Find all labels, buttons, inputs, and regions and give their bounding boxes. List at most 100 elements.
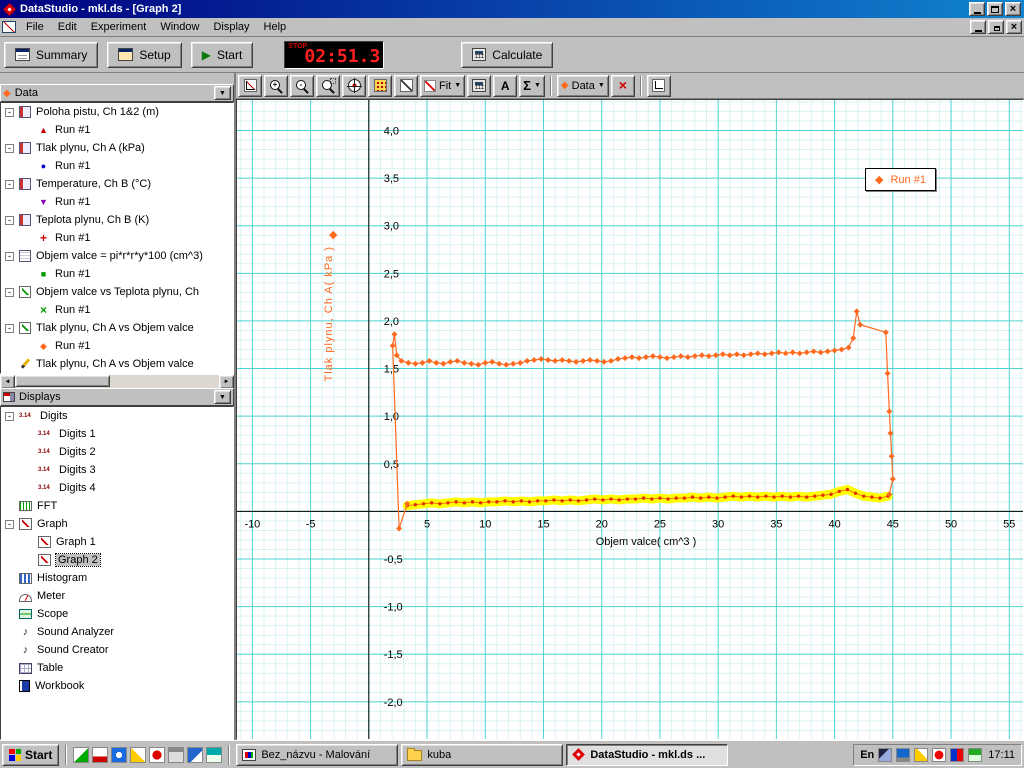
data-tree-item[interactable]: Tlak plynu, Ch A vs Objem valce — [1, 319, 233, 337]
calculate-button[interactable]: Calculate — [461, 42, 553, 68]
data-tree-item[interactable]: Objem valce = pi*r*r*y*100 (cm^3) — [1, 247, 233, 265]
run-item[interactable]: ▼ Run #1 — [1, 193, 233, 211]
graph-settings-button[interactable] — [647, 75, 671, 97]
display-tree-item[interactable]: Workbook — [1, 677, 233, 695]
display-tree-item[interactable]: Histogram — [1, 569, 233, 587]
display-tree-item[interactable]: ♪ Sound Creator — [1, 641, 233, 659]
zoom-out-button[interactable]: - — [290, 75, 314, 97]
display-tree-item[interactable]: ♪ Sound Analyzer — [1, 623, 233, 641]
data-tree-item[interactable]: Tlak plynu, Ch A (kPa) — [1, 139, 233, 157]
minimize-button[interactable] — [969, 2, 985, 16]
quick-launch-icon-4[interactable] — [130, 747, 146, 763]
display-tree-item[interactable]: 3.14 Digits 3 — [1, 461, 233, 479]
data-tree-item[interactable]: Teplota plynu, Ch B (K) — [1, 211, 233, 229]
zoom-select-button[interactable] — [316, 75, 340, 97]
mdi-close-button[interactable]: × — [1006, 20, 1022, 34]
summary-button[interactable]: Summary — [4, 42, 98, 68]
legend[interactable]: ◆ Run #1 — [865, 168, 936, 191]
run-item[interactable]: ◆ Run #1 — [1, 337, 233, 355]
horizontal-scrollbar[interactable]: ◄ ► — [0, 374, 234, 388]
data-tree-item[interactable]: Objem valce vs Teplota plynu, Ch — [1, 283, 233, 301]
data-tree-item[interactable]: Temperature, Ch B (°C) — [1, 175, 233, 193]
display-tree-item[interactable]: Graph — [1, 515, 233, 533]
slope-tool-button[interactable] — [394, 75, 418, 97]
menu-file[interactable]: File — [19, 19, 51, 35]
x-axis-label[interactable]: Objem valce( cm^3 ) — [546, 536, 746, 548]
menu-help[interactable]: Help — [257, 19, 294, 35]
setup-button[interactable]: Setup — [107, 42, 181, 68]
fit-menu-button[interactable]: Fit ▼ — [420, 75, 465, 97]
tree-expander-icon[interactable] — [5, 108, 14, 117]
smart-tool-button[interactable] — [342, 75, 366, 97]
display-tree-item[interactable]: Graph 1 — [1, 533, 233, 551]
data-tree-item[interactable]: Poloha pistu, Ch 1&2 (m) — [1, 103, 233, 121]
display-tree-item[interactable]: Table — [1, 659, 233, 677]
menu-display[interactable]: Display — [206, 19, 256, 35]
display-tree-item[interactable]: Scope — [1, 605, 233, 623]
task-button-datastudio[interactable]: DataStudio - mkl.ds ... — [566, 744, 728, 766]
display-tree-item[interactable]: 3.14 Digits 1 — [1, 425, 233, 443]
display-tree-item[interactable]: FFT — [1, 497, 233, 515]
run-item[interactable]: × Run #1 — [1, 301, 233, 319]
display-tree-item[interactable]: 3.14 Digits — [1, 407, 233, 425]
start-button[interactable]: ▶ Start — [191, 42, 254, 68]
maximize-button[interactable] — [987, 2, 1003, 16]
plot-area[interactable]: -10-55101520253035404550554,03,53,02,52,… — [236, 99, 1024, 740]
scroll-right-button[interactable]: ► — [219, 375, 234, 389]
volume-icon[interactable] — [878, 748, 892, 762]
graph-document-icon[interactable] — [2, 21, 16, 33]
display-tree-item[interactable]: 3.14 Digits 2 — [1, 443, 233, 461]
tree-expander-icon[interactable] — [5, 412, 14, 421]
run-item[interactable]: ● Run #1 — [1, 157, 233, 175]
displays-panel-header[interactable]: Displays ▼ — [0, 388, 234, 406]
start-menu-button[interactable]: Start — [2, 744, 59, 766]
display-tree-item[interactable]: 3.14 Digits 4 — [1, 479, 233, 497]
title-bar[interactable]: DataStudio - mkl.ds - [Graph 2] × — [0, 0, 1024, 18]
run-item[interactable]: ■ Run #1 — [1, 265, 233, 283]
task-button-folder[interactable]: kuba — [401, 744, 563, 766]
tree-expander-icon[interactable] — [5, 324, 14, 333]
text-annotation-button[interactable]: A — [493, 75, 517, 97]
data-menu-button[interactable]: ◆ Data ▼ — [557, 75, 609, 97]
tree-expander-icon[interactable] — [5, 520, 14, 529]
tray-icon-3[interactable] — [914, 748, 928, 762]
tree-expander-icon[interactable] — [5, 252, 14, 261]
quick-launch-icon-3[interactable] — [111, 747, 127, 763]
quick-launch-icon-2[interactable] — [92, 747, 108, 763]
display-tree-item-selected[interactable]: Graph 2 — [1, 551, 233, 569]
tray-icon-4[interactable] — [932, 748, 946, 762]
statistics-menu-button[interactable]: Σ ▼ — [519, 75, 545, 97]
tree-expander-icon[interactable] — [5, 216, 14, 225]
run-item[interactable]: ▲ Run #1 — [1, 121, 233, 139]
calculator-button[interactable] — [467, 75, 491, 97]
tray-icon-6[interactable] — [968, 748, 982, 762]
scroll-left-button[interactable]: ◄ — [0, 375, 15, 389]
quick-launch-icon-7[interactable] — [187, 747, 203, 763]
quick-launch-icon-8[interactable] — [206, 747, 222, 763]
task-button-paint[interactable]: Bez_názvu - Malování — [236, 744, 398, 766]
scale-to-fit-button[interactable] — [238, 75, 262, 97]
tree-expander-icon[interactable] — [5, 180, 14, 189]
quick-launch-icon-6[interactable] — [168, 747, 184, 763]
keyboard-layout-indicator[interactable]: En — [860, 749, 874, 761]
quick-launch-icon-1[interactable] — [73, 747, 89, 763]
menu-edit[interactable]: Edit — [51, 19, 84, 35]
mdi-minimize-button[interactable] — [970, 20, 986, 34]
tray-icon-5[interactable] — [950, 748, 964, 762]
zoom-in-button[interactable]: + — [264, 75, 288, 97]
data-panel-header[interactable]: ◆ Data ▼ — [0, 84, 234, 102]
menu-experiment[interactable]: Experiment — [84, 19, 154, 35]
close-button[interactable]: × — [1005, 2, 1021, 16]
menu-window[interactable]: Window — [153, 19, 206, 35]
data-tree-item[interactable]: Tlak plynu, Ch A vs Objem valce — [1, 355, 233, 373]
scrollbar-thumb[interactable] — [15, 375, 110, 387]
highlight-tool-button[interactable] — [368, 75, 392, 97]
display-tree-item[interactable]: Meter — [1, 587, 233, 605]
run-item[interactable]: + Run #1 — [1, 229, 233, 247]
data-panel-menu-button[interactable]: ▼ — [214, 86, 231, 100]
tree-expander-icon[interactable] — [5, 288, 14, 297]
tree-expander-icon[interactable] — [5, 144, 14, 153]
y-axis-label[interactable]: Tlak plynu, Ch A( kPa ) — [323, 246, 335, 382]
remove-data-button[interactable]: × — [611, 75, 635, 97]
tray-icon-2[interactable] — [896, 748, 910, 762]
